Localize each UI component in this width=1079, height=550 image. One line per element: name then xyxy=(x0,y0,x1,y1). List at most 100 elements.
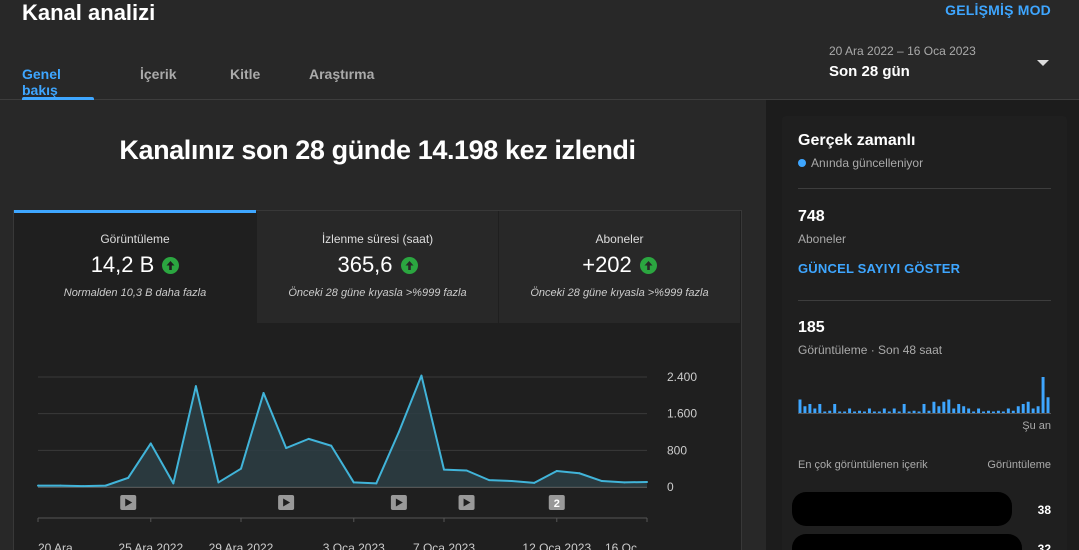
redacted-content-title xyxy=(792,534,1022,550)
y-tick-label: 0 xyxy=(667,480,674,494)
show-current-count-link[interactable]: GÜNCEL SAYIYI GÖSTER xyxy=(798,261,960,276)
mini-bar xyxy=(862,411,866,413)
arrow-up-icon xyxy=(400,256,418,274)
data-point xyxy=(37,484,39,487)
mini-bar xyxy=(967,408,971,413)
mini-bar xyxy=(1011,410,1015,413)
realtime-subscribers-label: Aboneler xyxy=(798,232,847,246)
data-point xyxy=(375,482,378,485)
realtime-title: Gerçek zamanlı xyxy=(798,132,916,149)
date-range-picker[interactable]: 20 Ara 2022 – 16 Oca 2023 Son 28 gün xyxy=(829,44,976,80)
mini-bar xyxy=(1001,411,1005,413)
x-tick-label: 25 Ara 2022 xyxy=(118,541,183,550)
data-point xyxy=(600,480,603,483)
data-point xyxy=(307,437,310,440)
data-point xyxy=(488,479,491,482)
tab-research[interactable]: Araştırma xyxy=(309,66,379,100)
dropdown-caret-icon[interactable] xyxy=(1037,60,1049,66)
video-count-marker: 2 xyxy=(548,495,565,510)
mini-bar xyxy=(823,411,827,413)
date-range-dates: 20 Ara 2022 – 16 Oca 2023 xyxy=(829,44,976,58)
data-point xyxy=(285,447,288,450)
mini-bar xyxy=(872,411,876,413)
mini-bar xyxy=(828,410,832,413)
advanced-mode-button[interactable]: GELİŞMİŞ MOD xyxy=(945,2,1051,18)
views-chart-svg: 0 800 1.600 2.400 2 20 Ara ... 25 Ara 2022 29 A… xyxy=(37,370,697,550)
marker-count: 2 xyxy=(554,498,560,510)
tab-audience[interactable]: Kitle xyxy=(230,66,260,100)
realtime-views-label: Görüntüleme · Son 48 saat xyxy=(798,343,943,357)
data-point xyxy=(623,481,626,484)
mini-bar xyxy=(1031,408,1035,413)
metric-value: +202 xyxy=(582,252,632,277)
metrics-card: Görüntüleme 14,2 B Normalden 10,3 B daha… xyxy=(13,210,742,550)
data-point xyxy=(533,481,536,484)
views-chart: 0 800 1.600 2.400 2 20 Ara ... 25 Ara 2022 29 A… xyxy=(14,323,741,550)
mini-bar xyxy=(848,408,852,413)
mini-bar xyxy=(838,411,842,413)
mini-bar xyxy=(987,410,990,413)
mini-bar xyxy=(922,404,926,413)
mini-bar xyxy=(972,411,976,413)
metric-label: İzlenme süresi (saat) xyxy=(321,232,434,246)
mini-bar xyxy=(957,404,961,413)
video-play-marker xyxy=(120,495,137,510)
metric-note: Normalden 10,3 B daha fazla xyxy=(63,287,207,299)
video-play-marker xyxy=(458,495,475,510)
data-point xyxy=(59,484,62,487)
mini-bar xyxy=(853,411,857,413)
x-tick-label: 29 Ara 2022 xyxy=(209,541,274,550)
data-point xyxy=(217,481,220,484)
redacted-content-title xyxy=(792,492,1012,526)
y-tick-label: 2.400 xyxy=(667,370,697,384)
mini-bar xyxy=(818,404,822,413)
mini-bar xyxy=(808,404,812,413)
data-point xyxy=(465,469,468,472)
data-point xyxy=(510,480,513,483)
realtime-card: Gerçek zamanlı Anında güncelleniyor 748 … xyxy=(782,116,1067,550)
data-point xyxy=(352,481,355,484)
data-point xyxy=(420,374,423,377)
video-play-marker xyxy=(390,495,407,510)
top-content-metric-header: Görüntüleme xyxy=(987,459,1051,471)
mini-bar xyxy=(882,408,886,413)
x-tick-label: 20 Ara ... xyxy=(38,541,86,550)
realtime-status: Anında güncelleniyor xyxy=(798,156,923,170)
now-label: Şu an xyxy=(1022,420,1051,432)
mini-bar xyxy=(952,408,956,413)
divider xyxy=(798,300,1051,301)
mini-bar xyxy=(991,411,995,413)
mini-bar xyxy=(932,401,936,413)
top-content-value: 38 xyxy=(1037,503,1051,517)
overview-headline: Kanalınız son 28 günde 14.198 kez izlend… xyxy=(119,135,636,165)
mini-bar xyxy=(813,408,817,413)
mini-bar xyxy=(977,408,981,413)
data-point xyxy=(104,484,107,487)
metric-subscribers[interactable]: Aboneler +202 Önceki 28 güne kıyasla >%9… xyxy=(498,211,740,323)
mini-bar xyxy=(833,404,837,413)
mini-bar xyxy=(858,410,861,413)
x-tick-label: 3 Oca 2023 xyxy=(323,541,385,550)
y-tick-label: 800 xyxy=(667,443,687,457)
live-dot-icon xyxy=(798,159,806,167)
arrow-up-icon xyxy=(639,256,657,274)
mini-bar xyxy=(937,406,941,413)
tab-overview[interactable]: Genel bakış xyxy=(22,66,94,100)
metric-label: Aboneler xyxy=(595,232,644,246)
metric-watch-time[interactable]: İzlenme süresi (saat) 365,6 Önceki 28 gü… xyxy=(256,211,498,323)
mini-bar xyxy=(902,404,906,413)
data-point xyxy=(172,482,175,485)
metric-value: 365,6 xyxy=(337,252,393,277)
views-area xyxy=(38,375,647,487)
x-tick-label: 12 Oca 2023 xyxy=(522,541,591,550)
realtime-status-text: Anında güncelleniyor xyxy=(811,156,924,170)
tab-content[interactable]: İçerik xyxy=(140,66,177,100)
mini-bar xyxy=(1046,397,1050,413)
mini-bar xyxy=(897,411,901,413)
data-point xyxy=(555,469,558,472)
arrow-up-icon xyxy=(162,256,180,274)
metric-views[interactable]: Görüntüleme 14,2 B Normalden 10,3 B daha… xyxy=(14,210,256,323)
metric-tabs: Görüntüleme 14,2 B Normalden 10,3 B daha… xyxy=(14,210,741,323)
mini-bar xyxy=(927,410,931,413)
mini-bar xyxy=(1021,404,1025,413)
